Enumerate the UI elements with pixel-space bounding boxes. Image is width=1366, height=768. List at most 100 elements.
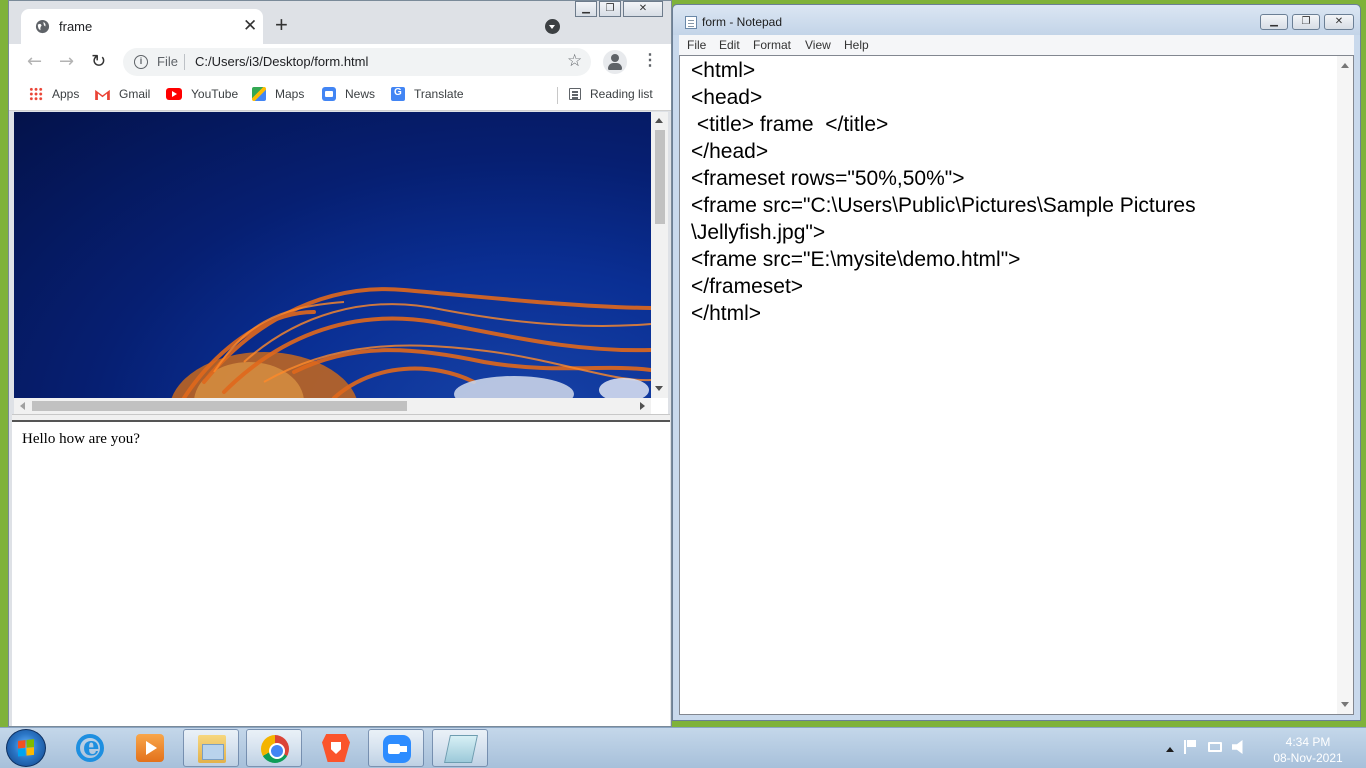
tab-title: frame [59,19,93,34]
bookmark-apps[interactable]: Apps [29,86,79,102]
taskbar-internet-explorer[interactable] [62,729,118,767]
menu-edit[interactable]: Edit [719,38,740,52]
menu-help[interactable]: Help [844,38,869,52]
close-window-button[interactable]: ✕ [623,1,663,17]
minimize-button[interactable]: ▁ [1260,14,1288,30]
tab-strip: frame ✕ + ▁ ❐ ✕ [9,1,671,44]
bookmark-maps[interactable]: Maps [252,86,304,102]
bottom-frame: Hello how are you? [12,422,670,726]
new-tab-button[interactable]: + [275,14,288,36]
system-tray [1166,740,1246,754]
scroll-up-arrow-icon[interactable] [655,118,663,123]
close-tab-icon[interactable]: ✕ [243,17,257,35]
address-scheme: File [157,54,178,69]
menu-file[interactable]: File [687,38,706,52]
close-window-button[interactable]: ✕ [1324,14,1354,30]
chrome-window: frame ✕ + ▁ ❐ ✕ ← → ↻ i File C:/Users/i3… [8,0,672,727]
volume-icon[interactable] [1232,740,1243,754]
action-center-flag-icon[interactable] [1184,740,1198,754]
notepad-window: form - Notepad ▁ ❐ ✕ File Edit Format Vi… [672,4,1361,721]
frameset-divider[interactable] [12,414,670,422]
taskbar: 4:34 PM 08-Nov-2021 [0,727,1366,768]
gmail-icon [95,89,110,100]
taskbar-zoom[interactable] [368,729,424,767]
apps-grid-icon [29,87,43,101]
bookmarks-bar: Apps Gmail YouTube Maps News Translate R… [9,80,671,111]
taskbar-file-explorer[interactable] [183,729,239,767]
top-frame [14,112,668,414]
taskbar-media-player[interactable] [122,729,178,767]
info-icon[interactable]: i [134,55,148,69]
scroll-left-arrow-icon[interactable] [20,402,25,410]
bookmark-label: Apps [52,87,80,101]
bottom-frame-text: Hello how are you? [22,431,140,447]
notepad-icon [444,735,478,763]
reading-list-label: Reading list [590,87,653,101]
bookmark-translate[interactable]: Translate [391,86,464,102]
bookmark-label: YouTube [191,87,239,101]
jellyfish-image [14,112,651,398]
tab-search-icon[interactable] [545,19,560,34]
tab-frame[interactable]: frame ✕ [21,9,263,44]
clock-time: 4:34 PM [1285,735,1331,749]
minimize-button[interactable]: ▁ [575,1,597,17]
show-hidden-icons-icon[interactable] [1166,746,1174,752]
forward-arrow-icon[interactable]: → [59,52,74,72]
notepad-titlebar[interactable]: form - Notepad ▁ ❐ ✕ [673,5,1360,35]
notepad-text-area[interactable]: <html> <head> <title> frame </title> </h… [679,55,1354,715]
notepad-vertical-scrollbar[interactable] [1337,56,1353,714]
folder-icon [198,735,226,763]
bookmark-label: Gmail [119,87,151,101]
internet-explorer-icon [76,732,104,762]
menu-view[interactable]: View [805,38,831,52]
scroll-thumb[interactable] [32,401,407,411]
chrome-icon [261,735,289,763]
scroll-down-arrow-icon[interactable] [655,386,663,391]
more-menu-icon[interactable]: ⋮ [642,51,658,71]
taskbar-notepad[interactable] [432,729,488,767]
maps-icon [252,87,266,101]
scroll-right-arrow-icon[interactable] [640,402,645,410]
address-bar[interactable]: i File C:/Users/i3/Desktop/form.html ☆ [123,48,591,76]
start-button[interactable] [6,729,46,767]
scroll-up-arrow-icon[interactable] [1341,63,1349,68]
back-arrow-icon[interactable]: ← [27,52,42,72]
bookmarks-divider [557,87,558,104]
restore-button[interactable]: ❐ [599,1,621,17]
restore-button[interactable]: ❐ [1292,14,1320,30]
bookmark-label: Maps [275,87,305,101]
address-url[interactable]: C:/Users/i3/Desktop/form.html [195,54,368,69]
window-controls: ▁ ❐ ✕ [575,1,665,19]
reload-icon[interactable]: ↻ [91,52,106,72]
news-icon [322,87,336,101]
taskbar-chrome[interactable] [246,729,302,767]
bookmark-label: Translate [414,87,464,101]
scroll-thumb[interactable] [655,130,665,224]
bookmark-star-icon[interactable]: ☆ [567,51,582,71]
taskbar-brave[interactable] [308,729,364,767]
menu-format[interactable]: Format [753,38,791,52]
scroll-down-arrow-icon[interactable] [1341,702,1349,707]
bookmark-youtube[interactable]: YouTube [166,86,238,102]
notepad-content[interactable]: <html> <head> <title> frame </title> </h… [691,57,1331,327]
top-frame-vertical-scrollbar[interactable] [651,112,668,398]
youtube-icon [166,88,182,100]
media-player-icon [136,734,164,762]
network-icon[interactable] [1208,742,1222,752]
profile-avatar-icon[interactable] [603,50,627,74]
reading-list-icon [569,88,581,100]
clock-date: 08-Nov-2021 [1273,751,1343,765]
notepad-title: form - Notepad [702,15,783,29]
top-frame-horizontal-scrollbar[interactable] [14,398,651,414]
clock[interactable]: 4:34 PM 08-Nov-2021 [1268,734,1348,766]
translate-icon [391,87,405,101]
windows-logo-icon [18,739,34,757]
brave-icon [322,734,350,762]
globe-icon [35,19,50,34]
reading-list-button[interactable]: Reading list [569,86,653,102]
bookmark-news[interactable]: News [322,86,375,102]
zoom-icon [383,735,411,763]
browser-toolbar: ← → ↻ i File C:/Users/i3/Desktop/form.ht… [9,44,671,80]
address-separator [184,54,185,70]
bookmark-gmail[interactable]: Gmail [95,86,150,102]
